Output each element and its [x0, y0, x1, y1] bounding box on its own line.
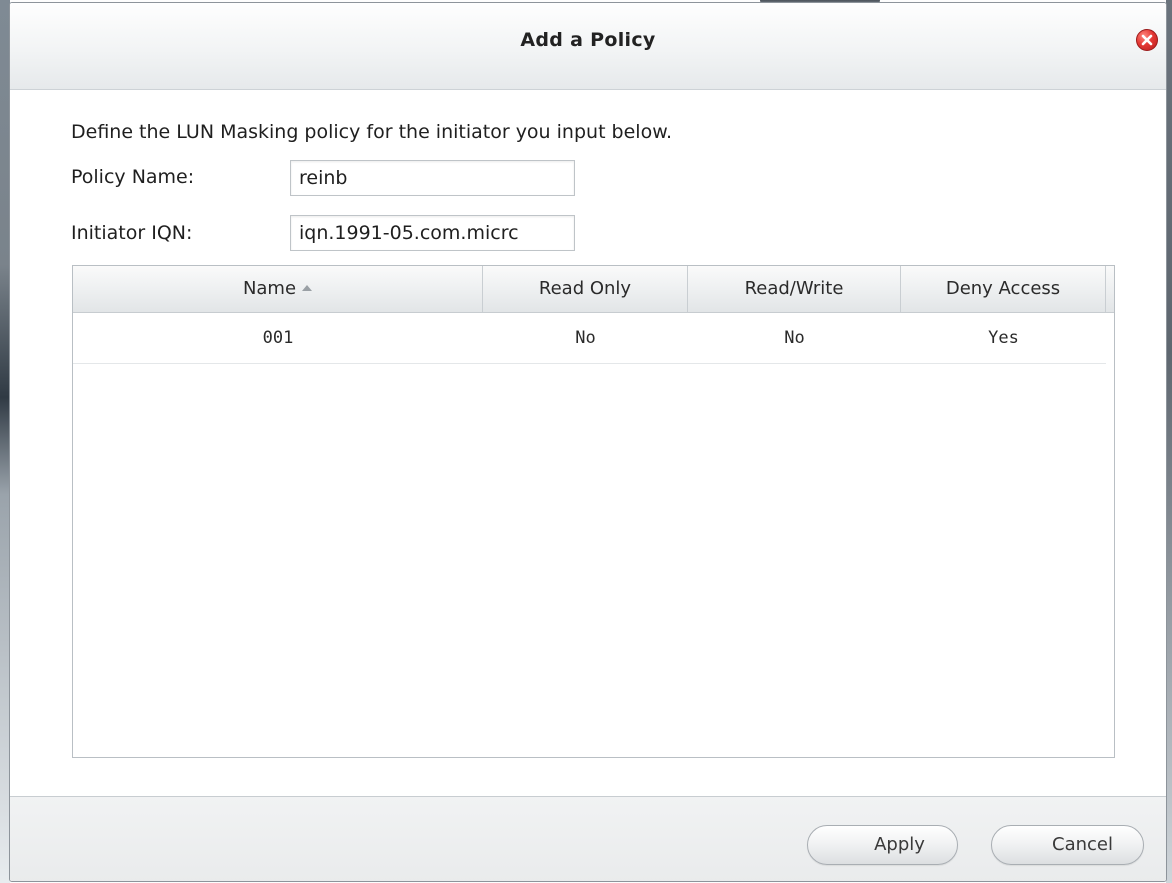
column-header-name-label: Name [242, 278, 297, 299]
close-button[interactable] [1136, 29, 1158, 51]
policy-name-label: Policy Name: [71, 166, 195, 188]
cell-name: 001 [262, 328, 294, 348]
column-header-read-only[interactable]: Read Only [483, 266, 688, 312]
cell-read-write: No [784, 328, 805, 348]
initiator-iqn-label: Initiator IQN: [71, 222, 193, 244]
initiator-iqn-input[interactable] [290, 215, 575, 251]
cell-deny-access: Yes [988, 328, 1019, 348]
dialog-description: Define the LUN Masking policy for the in… [71, 121, 673, 143]
lun-masking-table: Name Read Only Read/Write Deny Access 00… [72, 265, 1115, 758]
cancel-button[interactable]: Cancel [991, 825, 1144, 865]
column-header-name[interactable]: Name [73, 266, 483, 312]
apply-button[interactable]: Apply [807, 825, 958, 865]
dialog-title: Add a Policy [520, 29, 656, 51]
table-header: Name Read Only Read/Write Deny Access [73, 266, 1106, 313]
add-policy-dialog: Add a Policy Define the LUN Masking poli… [9, 2, 1167, 882]
table-header-filler [1106, 266, 1114, 313]
screen: Add a Policy Define the LUN Masking poli… [0, 0, 1172, 883]
dialog-footer: Apply Cancel [10, 796, 1166, 881]
sort-ascending-icon [302, 285, 313, 291]
close-icon [1141, 34, 1153, 46]
dialog-titlebar: Add a Policy [10, 3, 1166, 90]
column-header-read-write[interactable]: Read/Write [688, 266, 901, 312]
policy-name-input[interactable] [290, 160, 575, 196]
column-header-deny-access[interactable]: Deny Access [901, 266, 1106, 312]
cell-read-only: No [575, 328, 596, 348]
table-row[interactable]: 001 No No Yes [73, 313, 1106, 364]
